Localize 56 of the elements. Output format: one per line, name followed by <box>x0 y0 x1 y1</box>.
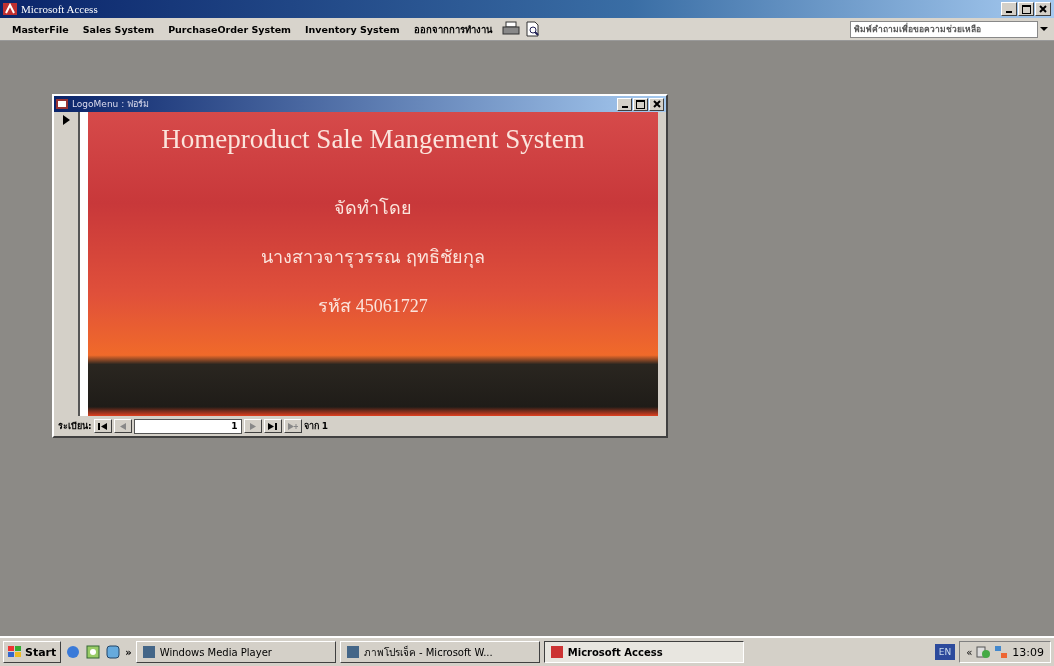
start-button[interactable]: Start <box>3 641 62 663</box>
author-name: นางสาวจารุวรรณ ฤทธิชัยกุล <box>261 246 485 270</box>
maximize-button[interactable] <box>1018 2 1034 16</box>
next-record-button[interactable] <box>243 419 262 433</box>
clock: 13:09 <box>1012 645 1044 659</box>
caret-icon[interactable] <box>1040 26 1048 32</box>
minimize-button[interactable] <box>1001 2 1017 16</box>
close-icon <box>1039 5 1047 13</box>
menu-item[interactable]: PurchaseOrder System <box>162 21 298 37</box>
browser-globe-icon[interactable] <box>65 644 82 660</box>
printer-icon[interactable] <box>501 21 520 37</box>
first-record-button[interactable] <box>93 419 112 433</box>
close-icon <box>652 100 661 108</box>
windows-flag-icon <box>8 646 22 658</box>
language-indicator[interactable]: EN <box>934 644 956 660</box>
window-title: Microsoft Access <box>21 3 99 15</box>
record-pointer-icon <box>62 115 70 125</box>
previous-arrow-icon <box>119 422 126 430</box>
media-icon[interactable] <box>85 644 102 660</box>
record-label: ระเบียน: <box>58 420 92 433</box>
maximize-icon <box>636 99 645 109</box>
first-record-icon <box>98 422 108 430</box>
previous-record-button[interactable] <box>113 419 132 433</box>
program-icon <box>549 645 564 659</box>
program-icon <box>345 645 360 659</box>
more-chevron-icon[interactable]: » <box>125 646 132 658</box>
maximize-button[interactable] <box>633 97 648 111</box>
menu-item[interactable]: ออกจากการทำงาน <box>407 19 498 39</box>
menu-item[interactable]: MasterFile <box>6 21 75 37</box>
expand-tray-icon[interactable]: « <box>966 646 973 658</box>
student-id: รหัส 45061727 <box>318 295 428 318</box>
form-icon <box>56 99 68 109</box>
minimize-button[interactable] <box>617 97 632 111</box>
close-button[interactable] <box>649 97 664 111</box>
system-heading: Homeproduct Sale Mangement System <box>161 124 585 155</box>
taskbar-item[interactable]: Microsoft Access <box>543 641 744 663</box>
taskbar-item[interactable]: ภาพโปรเจ็ค - Microsoft W... <box>339 641 540 663</box>
new-record-button[interactable] <box>283 419 302 433</box>
taskbar-item[interactable]: Windows Media Player <box>135 641 336 663</box>
record-total: จาก 1 <box>303 420 328 433</box>
maximize-icon <box>1021 4 1031 14</box>
program-icon <box>141 645 156 659</box>
next-arrow-icon <box>249 422 256 430</box>
close-button[interactable] <box>1035 2 1051 16</box>
last-record-icon <box>268 422 278 430</box>
record-number-field[interactable]: 1 <box>133 418 242 434</box>
last-record-button[interactable] <box>263 419 282 433</box>
credit-label: จัดทำโดย <box>334 196 412 220</box>
menu-item[interactable]: Sales System <box>76 21 161 37</box>
form-title: LogoMenu : ฟอร์ม <box>72 98 151 111</box>
help-search-field[interactable]: พิมพ์คำถามเพื่อขอความช่วยเหลือ <box>850 20 1038 38</box>
desktop-icon[interactable] <box>105 644 122 660</box>
menu-item[interactable]: Inventory System <box>299 21 406 37</box>
app-logo-icon <box>3 3 17 15</box>
print-preview-icon[interactable] <box>523 21 542 37</box>
new-record-icon <box>287 422 298 430</box>
